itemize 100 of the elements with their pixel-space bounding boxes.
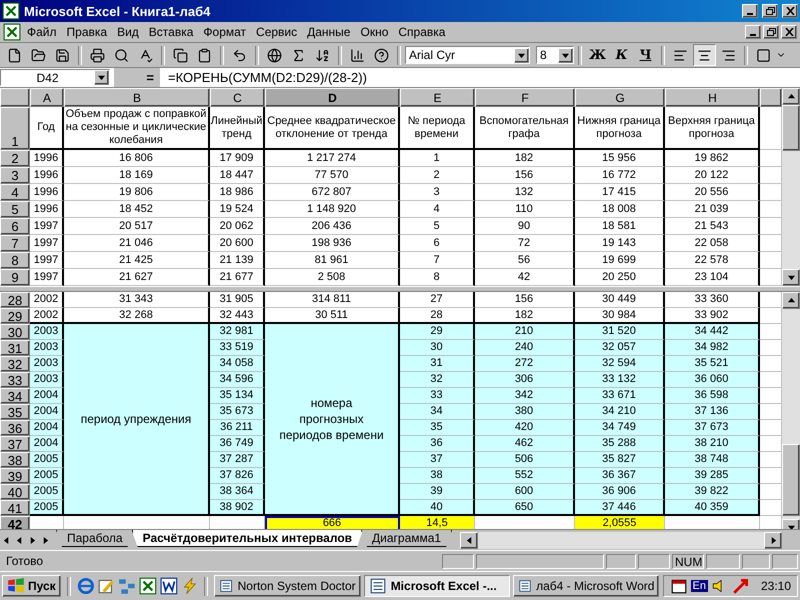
row-header[interactable]: 7 — [0, 235, 30, 252]
column-header[interactable]: A — [30, 88, 64, 107]
table-cell: 21 039 — [665, 201, 760, 218]
font-size-dropdown[interactable]: 8 — [536, 46, 574, 64]
column-header[interactable] — [760, 88, 782, 107]
row-header[interactable]: 9 — [0, 269, 30, 286]
column-header[interactable]: H — [665, 88, 760, 107]
sigma-icon — [291, 48, 306, 62]
start-button[interactable]: Пуск — [2, 575, 61, 597]
scroll-right-button[interactable] — [764, 532, 782, 548]
restore-button[interactable] — [763, 25, 779, 39]
menu-item[interactable]: Справка — [394, 25, 450, 39]
column-header[interactable]: F — [475, 88, 575, 107]
table-cell: 30 449 — [575, 292, 665, 308]
menu-item[interactable]: Вид — [113, 25, 143, 39]
table-cell: 2005 — [30, 452, 64, 468]
taskbar-button[interactable]: Microsoft Excel -... — [364, 575, 510, 597]
row-header[interactable]: 4 — [0, 184, 30, 201]
minimize-button[interactable] — [745, 25, 761, 39]
row-header[interactable]: 41 — [0, 500, 30, 516]
row-header[interactable]: 2 — [0, 150, 30, 167]
scroll-up-button[interactable] — [782, 88, 800, 105]
table-cell: 15 956 — [575, 150, 665, 167]
menu-item[interactable]: Сервис — [252, 25, 302, 39]
menu-item[interactable]: Правка — [62, 25, 112, 39]
row-header[interactable]: 34 — [0, 388, 30, 404]
row-header[interactable]: 42 — [0, 516, 30, 529]
row-header[interactable]: 29 — [0, 308, 30, 324]
sheet-tab[interactable]: Расчётдоверительных интервалов — [132, 530, 364, 547]
scroll-left-button[interactable] — [460, 532, 478, 548]
table-cell: 36 598 — [665, 388, 760, 404]
row-header[interactable]: 36 — [0, 420, 30, 436]
select-all-corner[interactable] — [0, 88, 30, 107]
vertical-scrollbar[interactable] — [782, 88, 800, 286]
menu-item[interactable]: Формат — [199, 25, 250, 39]
table-cell: 2,0555 — [575, 516, 665, 529]
sort-icon — [315, 48, 330, 62]
row-header[interactable]: 33 — [0, 372, 30, 388]
scroll-up-button[interactable] — [782, 292, 800, 309]
align-center-button[interactable] — [693, 44, 716, 66]
horizontal-scrollbar[interactable] — [460, 532, 782, 548]
name-box[interactable]: D42 — [0, 69, 110, 86]
status-panel — [772, 554, 798, 568]
italic-button[interactable]: К — [610, 44, 633, 66]
row-header[interactable]: 38 — [0, 452, 30, 468]
column-header[interactable]: B — [64, 88, 210, 107]
column-header[interactable]: E — [400, 88, 475, 107]
row-header[interactable]: 3 — [0, 167, 30, 184]
menu-item[interactable]: Окно — [356, 25, 392, 39]
row-header[interactable]: 1 — [0, 107, 30, 150]
table-cell: 240 — [475, 340, 575, 356]
menu-item[interactable]: Вставка — [144, 25, 198, 39]
menu-item[interactable]: Файл — [23, 25, 61, 39]
table-cell: 7 — [400, 252, 475, 269]
vertical-scrollbar[interactable] — [782, 292, 800, 529]
column-header[interactable]: G — [575, 88, 665, 107]
row-header[interactable]: 28 — [0, 292, 30, 308]
row-header[interactable]: 5 — [0, 201, 30, 218]
globe-icon — [267, 48, 282, 62]
row-header[interactable]: 39 — [0, 468, 30, 484]
table-cell: 32 057 — [575, 340, 665, 356]
column-header[interactable]: C — [210, 88, 265, 107]
close-button[interactable] — [782, 4, 798, 18]
up-arrow-icon — [788, 297, 794, 304]
taskbar-button[interactable]: Norton System Doctor — [214, 575, 361, 597]
taskbar-button[interactable]: лаб4 - Microsoft Word — [513, 575, 660, 597]
row-header[interactable]: 37 — [0, 436, 30, 452]
minimize-button[interactable] — [742, 4, 758, 18]
column-header[interactable]: D — [265, 88, 400, 107]
underline-button[interactable]: Ч — [634, 44, 657, 66]
language-indicator[interactable]: En — [690, 580, 708, 592]
menu-item[interactable]: Данные — [303, 25, 354, 39]
word-document-icon[interactable] — [160, 577, 178, 595]
table-cell: 29 — [400, 324, 475, 340]
folder-icon — [31, 48, 46, 62]
table-cell: 37 826 — [210, 468, 265, 484]
table-cell: 18 452 — [64, 201, 210, 218]
scroll-down-button[interactable] — [782, 269, 800, 286]
font-dropdown[interactable]: Arial Cyr — [405, 46, 530, 64]
bold-button[interactable]: Ж — [586, 44, 609, 66]
table-cell: 21 425 — [64, 252, 210, 269]
table-cell: 2 — [400, 167, 475, 184]
table-cell: 380 — [475, 404, 575, 420]
row-header[interactable]: 30 — [0, 324, 30, 340]
row-header[interactable]: 40 — [0, 484, 30, 500]
table-cell: 38 210 — [665, 436, 760, 452]
row-header[interactable]: 35 — [0, 404, 30, 420]
row-header[interactable]: 31 — [0, 340, 30, 356]
row-header[interactable]: 8 — [0, 252, 30, 269]
scroll-thumb[interactable] — [782, 105, 800, 151]
formula-input[interactable]: =КОРЕНЬ(СУММ(D2:D29)/(28-2)) — [164, 70, 367, 85]
scroll-thumb[interactable] — [782, 444, 800, 516]
restore-button[interactable] — [762, 4, 778, 18]
pencil-icon[interactable] — [97, 577, 116, 595]
calendar-icon[interactable] — [670, 577, 688, 595]
row-header[interactable]: 32 — [0, 356, 30, 372]
row-header[interactable]: 6 — [0, 218, 30, 235]
sheet-tab[interactable]: Диаграмма1 — [361, 530, 452, 547]
browser-icon[interactable] — [76, 577, 94, 595]
close-button[interactable] — [781, 25, 797, 39]
